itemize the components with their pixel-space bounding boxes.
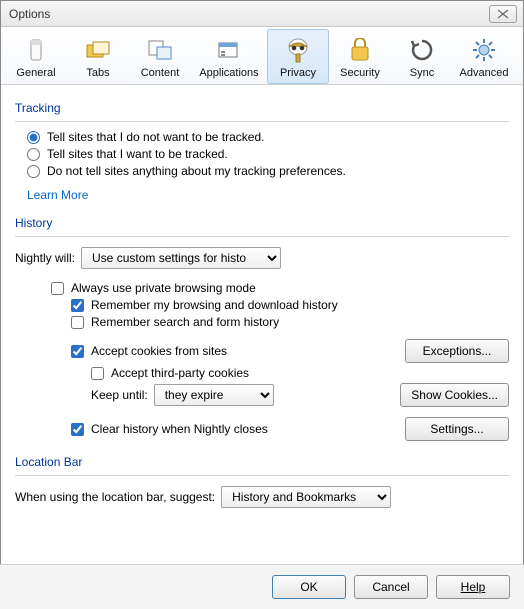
show-cookies-button[interactable]: Show Cookies...	[400, 383, 509, 407]
tab-content[interactable]: Content	[129, 29, 191, 84]
check-label: Clear history when Nightly closes	[91, 422, 268, 436]
sync-icon	[394, 36, 450, 64]
location-bar-group-title: Location Bar	[15, 455, 509, 469]
tab-privacy[interactable]: Privacy	[267, 29, 329, 84]
check-remember-browsing[interactable]	[71, 299, 84, 312]
content-icon	[132, 36, 188, 64]
close-icon	[497, 9, 509, 19]
radio-want-track[interactable]	[27, 148, 40, 161]
check-label: Remember search and form history	[91, 315, 279, 329]
suggest-label: When using the location bar, suggest:	[15, 490, 215, 504]
tab-sync[interactable]: Sync	[391, 29, 453, 84]
close-button[interactable]	[489, 5, 517, 23]
suggest-select[interactable]: History and Bookmarks	[221, 486, 391, 508]
tab-tabs[interactable]: Tabs	[67, 29, 129, 84]
general-icon	[8, 36, 64, 64]
history-mode-select[interactable]: Use custom settings for history	[81, 247, 281, 269]
check-third-party[interactable]	[91, 367, 104, 380]
cancel-button[interactable]: Cancel	[354, 575, 428, 599]
keep-until-select[interactable]: they expire	[154, 384, 274, 406]
window-title: Options	[7, 7, 489, 21]
applications-icon	[194, 36, 264, 64]
tab-applications[interactable]: Applications	[191, 29, 267, 84]
ok-button[interactable]: OK	[272, 575, 346, 599]
tab-security[interactable]: Security	[329, 29, 391, 84]
check-label: Remember my browsing and download histor…	[91, 298, 338, 312]
check-always-private[interactable]	[51, 282, 64, 295]
tab-label: General	[8, 67, 64, 79]
check-label: Always use private browsing mode	[71, 281, 256, 295]
radio-label: Tell sites that I want to be tracked.	[47, 147, 228, 161]
check-remember-search[interactable]	[71, 316, 84, 329]
tab-label: Applications	[194, 67, 264, 79]
divider	[15, 475, 509, 476]
help-button[interactable]: Help	[436, 575, 510, 599]
tab-label: Privacy	[270, 67, 326, 79]
help-label: Help	[461, 580, 486, 594]
tab-label: Sync	[394, 67, 450, 79]
learn-more-link[interactable]: Learn More	[27, 188, 88, 202]
dialog-footer: OK Cancel Help	[0, 564, 524, 609]
check-accept-cookies[interactable]	[71, 345, 84, 358]
tab-label: Advanced	[456, 67, 512, 79]
radio-label: Do not tell sites anything about my trac…	[47, 164, 346, 178]
exceptions-button[interactable]: Exceptions...	[405, 339, 509, 363]
category-toolbar: General Tabs Content Applications Privac…	[1, 27, 523, 85]
tab-advanced[interactable]: Advanced	[453, 29, 515, 84]
tracking-group-title: Tracking	[15, 101, 509, 115]
check-label: Accept third-party cookies	[111, 366, 249, 380]
radio-do-not-track[interactable]	[27, 131, 40, 144]
radio-no-pref[interactable]	[27, 165, 40, 178]
divider	[15, 121, 509, 122]
titlebar: Options	[1, 1, 523, 27]
history-group-title: History	[15, 216, 509, 230]
content-area: Tracking Tell sites that I do not want t…	[1, 85, 523, 526]
tab-label: Content	[132, 67, 188, 79]
privacy-icon	[270, 36, 326, 64]
divider	[15, 236, 509, 237]
security-icon	[332, 36, 388, 64]
keep-until-label: Keep until:	[91, 388, 148, 402]
tab-label: Tabs	[70, 67, 126, 79]
nightly-will-label: Nightly will:	[15, 251, 75, 265]
settings-button[interactable]: Settings...	[405, 417, 509, 441]
check-label: Accept cookies from sites	[91, 344, 227, 358]
tab-general[interactable]: General	[5, 29, 67, 84]
advanced-icon	[456, 36, 512, 64]
tabs-icon	[70, 36, 126, 64]
tab-label: Security	[332, 67, 388, 79]
radio-label: Tell sites that I do not want to be trac…	[47, 130, 264, 144]
check-clear-on-close[interactable]	[71, 423, 84, 436]
